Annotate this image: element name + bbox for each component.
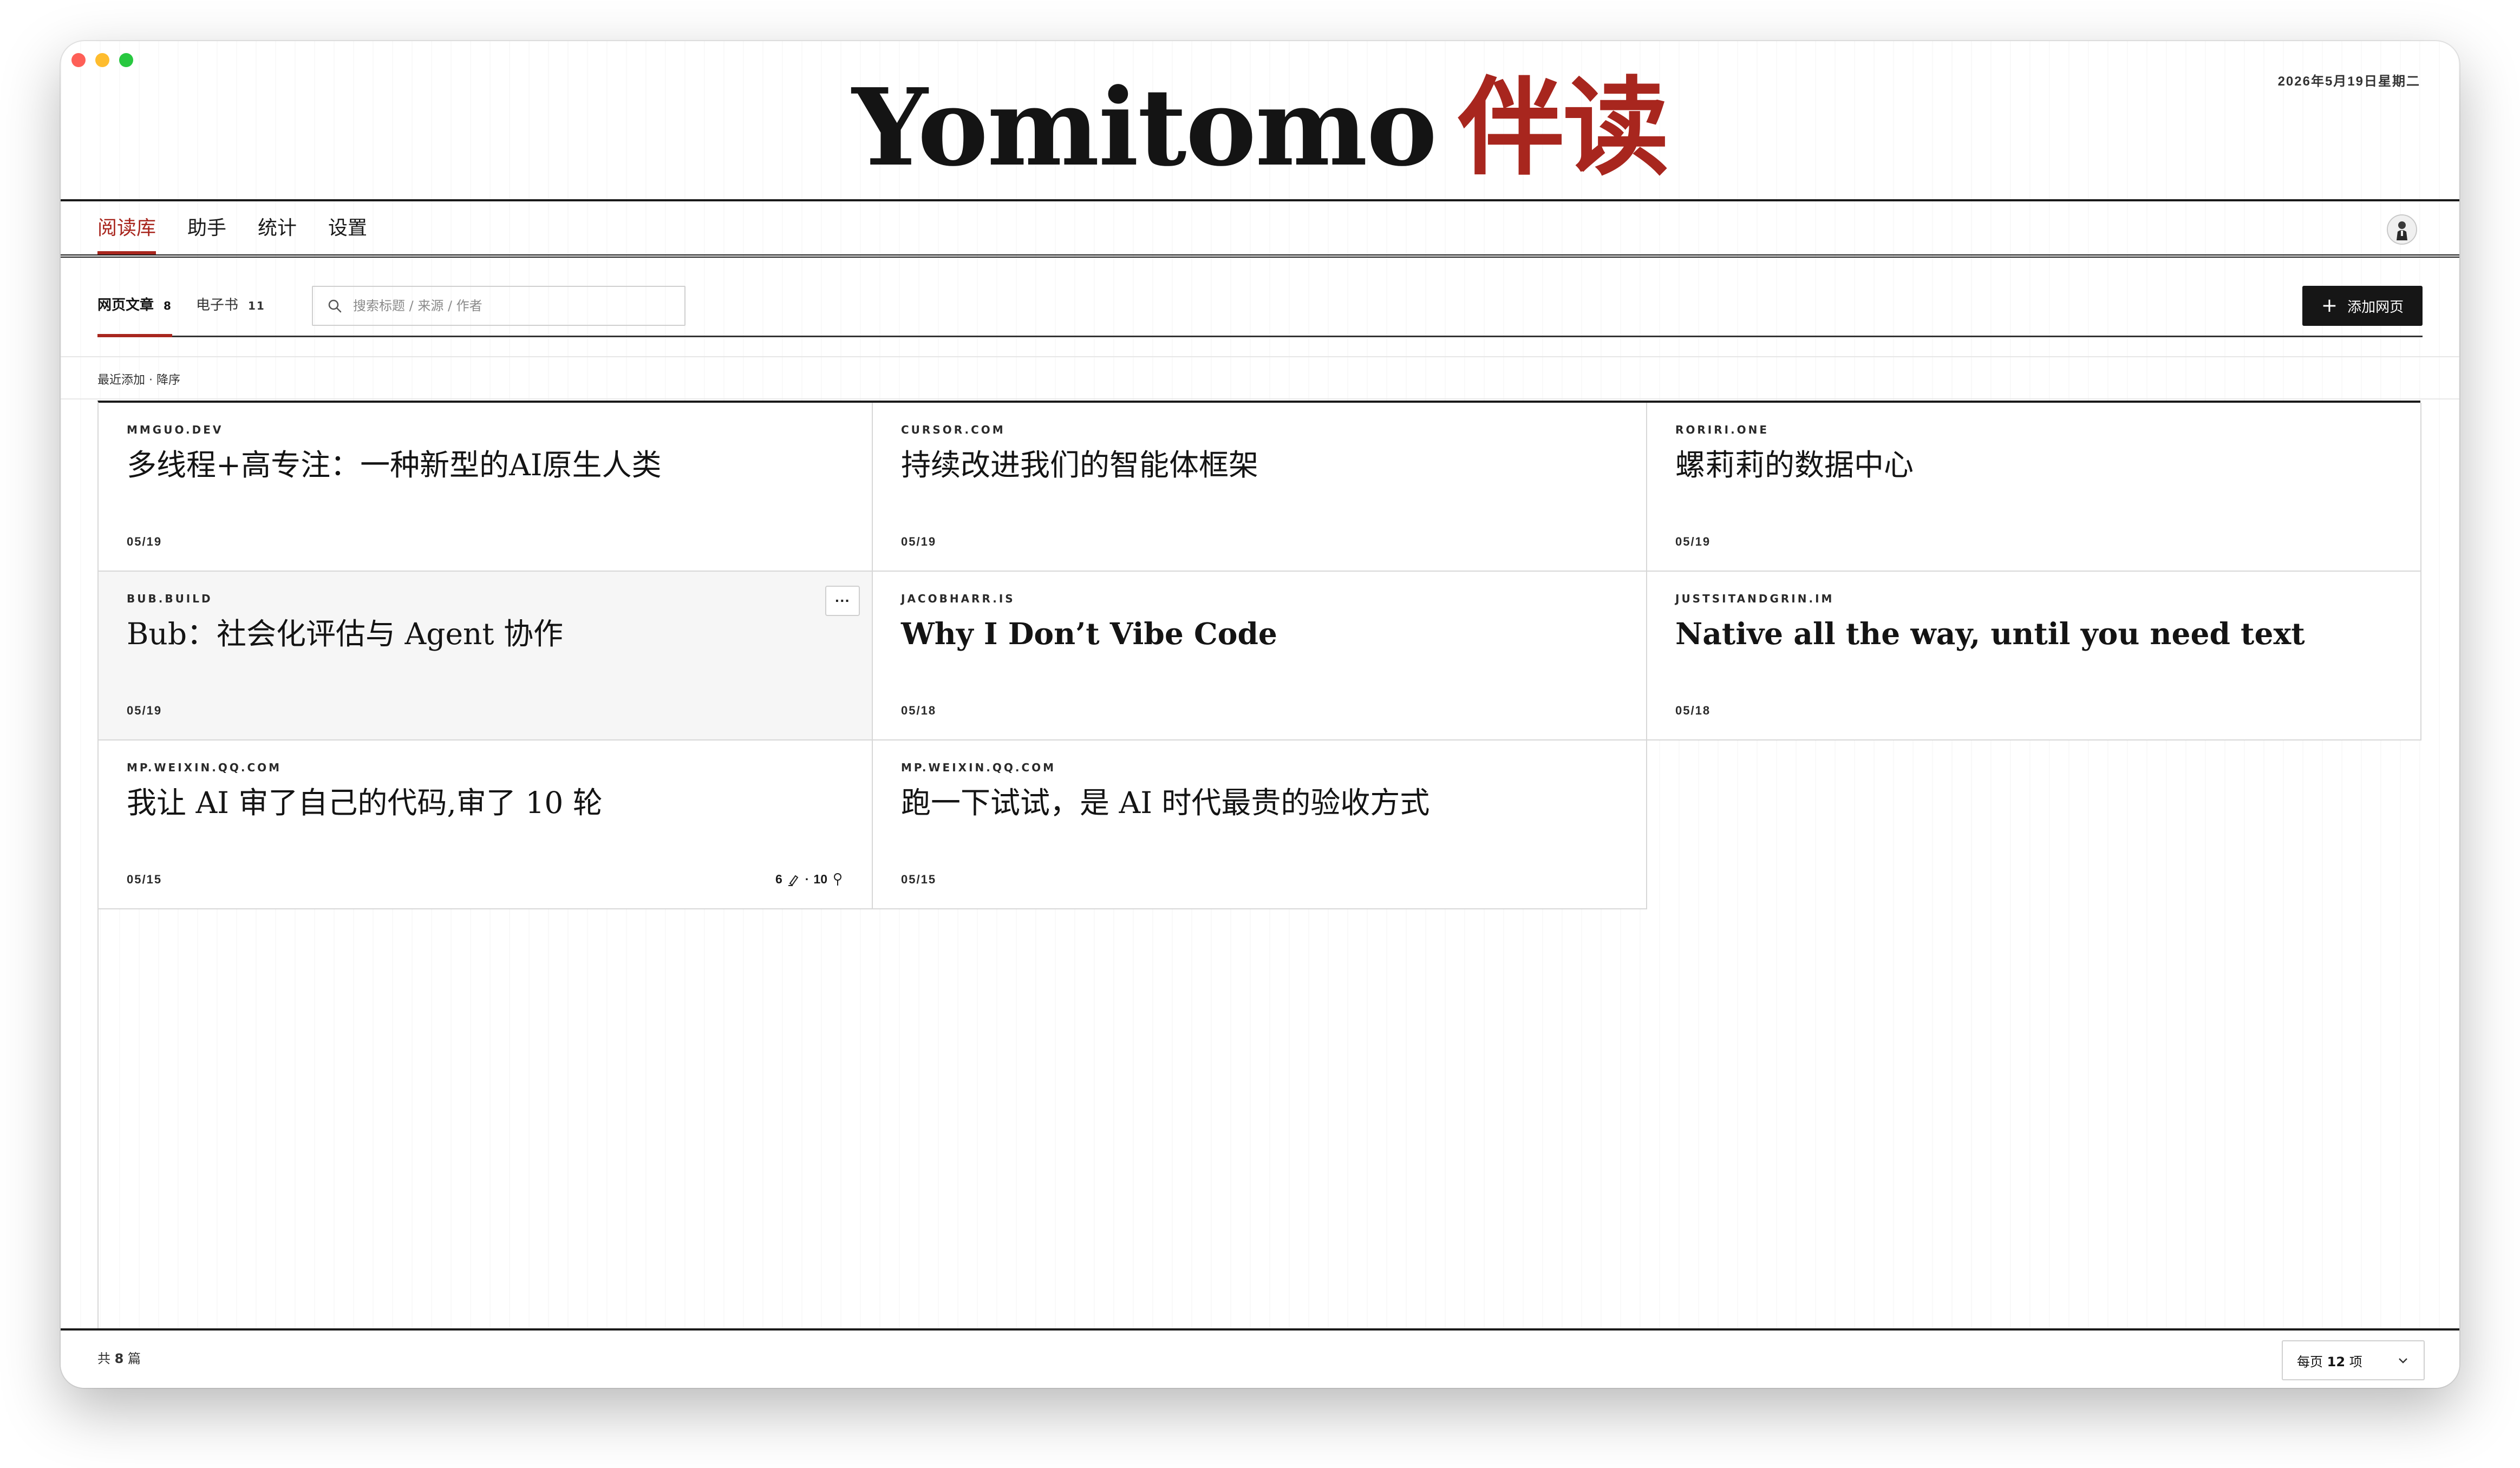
per-page-value: 12 [2327,1354,2346,1369]
article-title: Bub：社会化评估与 Agent 协作 [127,617,564,651]
tab-ebooks-label: 电子书 [195,297,238,313]
article-title: 螺莉莉的数据中心 [1675,448,1914,482]
plus-icon: + [2321,294,2338,317]
article-date: 05/19 [127,704,162,717]
article-date: 05/19 [901,535,937,548]
nav-item-library[interactable]: 阅读库 [97,201,156,254]
per-page-unit: 项 [2349,1354,2362,1369]
add-webpage-label: 添加网页 [2347,299,2404,316]
article-card[interactable]: mp.weixin.qq.com 跑一下试试，是 AI 时代最贵的验收方式 05… [873,740,1647,909]
close-window-button[interactable] [71,53,86,67]
note-count: 10 [813,872,827,886]
per-page-text: 每页 12 项 [2297,1351,2362,1370]
tab-ebooks-count: 11 [247,299,265,312]
sort-indicator[interactable]: 最近添加 · 降序 [97,370,180,388]
app-window: Yomitomo 伴读 2026年5月19日星期二 阅读库 助手 统计 设置 网… [61,41,2459,1388]
avatar[interactable] [2387,214,2417,245]
more-options-button[interactable]: ··· [825,586,860,616]
minimize-window-button[interactable] [95,53,109,67]
article-grid: mmguo.dev 多线程+高专注：一种新型的AI原生人类 05/19 curs… [97,401,2421,1347]
divider [61,356,2459,357]
article-card[interactable]: justsitandgrin.im Native all the way, un… [1647,572,2421,740]
zoom-window-button[interactable] [119,53,133,67]
article-date: 05/15 [127,873,162,886]
article-source: mp.weixin.qq.com [127,761,282,774]
article-title: 跑一下试试，是 AI 时代最贵的验收方式 [901,785,1430,820]
meta-separator: · [805,872,809,886]
tab-web-articles-count: 8 [164,299,172,312]
logo-wordmark-cn: 伴读 [1458,65,1669,190]
search-input[interactable] [352,298,657,314]
window-controls [71,53,133,67]
ellipsis-icon: ··· [835,592,850,609]
footer-bar: 共 8 篇 每页 12 项 [61,1328,2459,1388]
article-card[interactable]: bub.build Bub：社会化评估与 Agent 协作 05/19 ··· [99,572,873,740]
article-card[interactable]: roriri.one 螺莉莉的数据中心 05/19 [1647,403,2421,572]
article-title: Native all the way, until you need text [1675,616,2305,651]
article-card[interactable]: mmguo.dev 多线程+高专注：一种新型的AI原生人类 05/19 [99,403,873,572]
article-source: roriri.one [1675,423,1770,436]
total-suffix: 篇 [127,1351,141,1366]
main-nav-bar: 阅读库 助手 统计 设置 [61,199,2459,258]
nav-item-assistant[interactable]: 助手 [187,201,226,254]
nav-item-stats[interactable]: 统计 [258,201,297,254]
article-title: 我让 AI 审了自己的代码,审了 10 轮 [127,785,603,820]
per-page-label: 每页 [2297,1354,2323,1369]
main-nav: 阅读库 助手 统计 设置 [97,201,367,254]
highlighter-icon [788,875,799,886]
article-card[interactable]: jacobharr.is Why I Don’t Vibe Code 05/18 [873,572,1647,740]
search-icon [328,299,342,313]
add-webpage-button[interactable]: + 添加网页 [2302,286,2423,326]
total-count: 共 8 篇 [97,1348,141,1367]
article-date: 05/18 [1675,704,1711,717]
article-source: mmguo.dev [127,423,224,436]
article-title: 多线程+高专注：一种新型的AI原生人类 [127,448,662,482]
library-toolbar: 网页文章 8 电子书 11 + 添加网页 [97,286,2423,337]
article-card[interactable]: mp.weixin.qq.com 我让 AI 审了自己的代码,审了 10 轮 0… [99,740,873,909]
article-date: 05/15 [901,873,937,886]
article-title: 持续改进我们的智能体框架 [901,448,1259,482]
total-number: 8 [114,1351,124,1366]
tab-ebooks[interactable]: 电子书 11 [196,286,265,336]
chevron-down-icon [2399,1358,2407,1364]
article-source: justsitandgrin.im [1675,592,1834,605]
nav-item-settings[interactable]: 设置 [328,201,367,254]
article-card[interactable]: cursor.com 持续改进我们的智能体框架 05/19 [873,403,1647,572]
article-date: 05/19 [1675,535,1711,548]
total-prefix: 共 [97,1351,110,1366]
article-date: 05/19 [127,535,162,548]
pin-icon [834,873,841,886]
article-date: 05/18 [901,704,937,717]
article-source: cursor.com [901,423,1006,436]
tab-web-articles-label: 网页文章 [97,297,154,313]
article-source: mp.weixin.qq.com [901,761,1056,774]
app-logo: Yomitomo 伴读 [61,75,2459,181]
article-title: Why I Don’t Vibe Code [901,616,1277,651]
article-source: bub.build [127,592,213,605]
user-avatar-icon [2388,215,2416,244]
desktop: Yomitomo 伴读 2026年5月19日星期二 阅读库 助手 统计 设置 网… [0,0,2520,1468]
article-source: jacobharr.is [901,592,1015,605]
library-tabs: 网页文章 8 电子书 11 [97,286,265,337]
logo-wordmark-en: Yomitomo [852,65,1438,190]
highlight-count: 6 [775,872,782,886]
article-annotation-stats: 6 · 10 [775,872,844,887]
search-box[interactable] [312,286,686,326]
tab-web-articles[interactable]: 网页文章 8 [97,286,172,337]
header-date: 2026年5月19日星期二 [2277,74,2420,89]
per-page-select[interactable]: 每页 12 项 [2282,1340,2425,1380]
divider [61,398,2459,399]
